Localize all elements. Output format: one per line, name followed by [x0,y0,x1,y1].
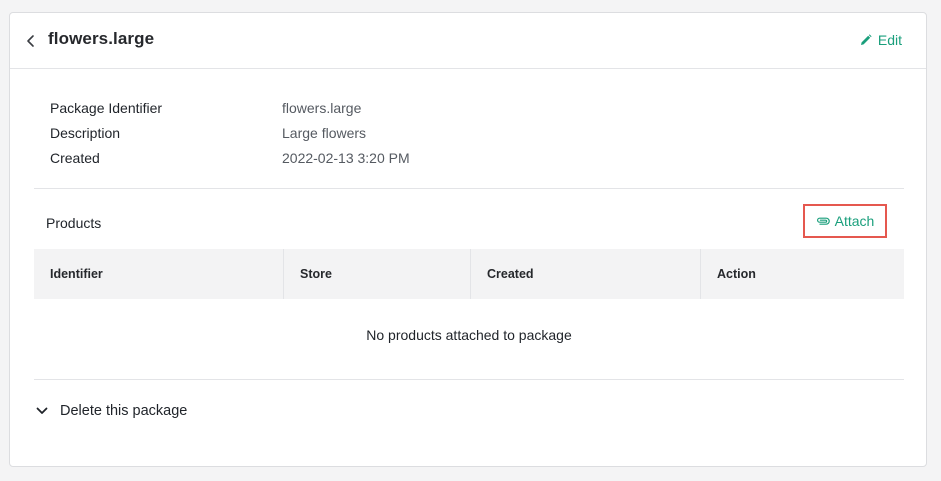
paperclip-icon [816,217,830,225]
section-divider [34,188,904,189]
empty-state-message: No products attached to package [366,327,572,343]
section-divider [34,379,904,380]
detail-value: Large flowers [282,124,367,141]
column-header-identifier[interactable]: Identifier [34,249,284,299]
chevron-left-icon [27,35,34,47]
detail-value: flowers.large [282,99,362,116]
edit-label: Edit [877,32,902,48]
detail-row-created: Created 2022-02-13 3:20 PM [50,145,410,170]
package-card: flowers.large Edit Package Identifier fl… [9,12,927,467]
back-button[interactable] [24,31,38,51]
detail-key: Package Identifier [50,99,163,116]
products-table: Identifier Store Created Action No produ… [34,249,904,371]
column-header-action: Action [717,267,756,281]
column-header-store[interactable]: Store [284,249,471,299]
edit-button[interactable]: Edit [860,32,902,48]
detail-value: 2022-02-13 3:20 PM [282,149,410,166]
delete-package-toggle[interactable]: Delete this package [36,403,187,419]
products-section-title: Products [46,215,102,231]
detail-row-identifier: Package Identifier flowers.large [50,95,410,120]
pencil-icon [860,34,872,45]
column-header-created[interactable]: Created [471,249,701,299]
attach-button[interactable]: Attach [803,204,887,238]
page-title: flowers.large [48,29,155,48]
table-header: Identifier Store Created Action [34,249,904,299]
detail-row-description: Description Large flowers [50,120,410,145]
detail-key: Description [50,124,121,141]
package-details: Package Identifier flowers.large Descrip… [50,95,410,170]
delete-package-label: Delete this package [60,403,188,419]
chevron-down-icon [36,407,48,414]
detail-key: Created [50,149,100,166]
attach-label: Attach [834,213,875,229]
card-header: flowers.large Edit [10,13,926,69]
